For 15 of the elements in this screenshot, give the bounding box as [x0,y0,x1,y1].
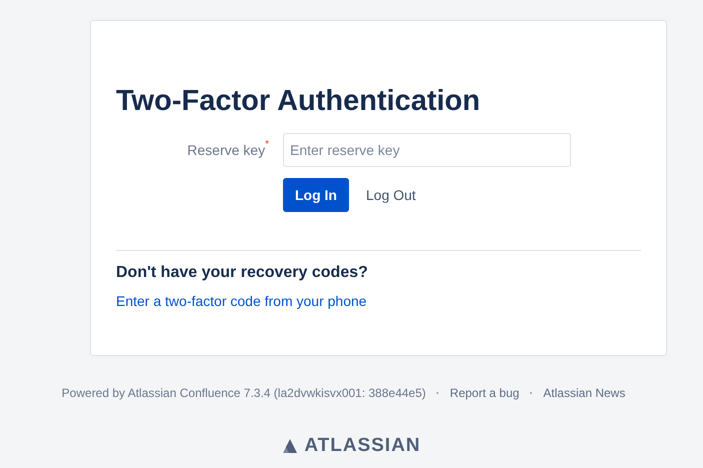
page-title: Two-Factor Authentication [116,84,480,119]
two-factor-code-link[interactable]: Enter a two-factor code from your phone [116,291,367,312]
atlassian-logo-icon [282,438,298,454]
field-label: Reserve key [187,142,266,160]
atlassian-logo-text: ATLASSIAN [304,434,421,458]
reserve-key-field[interactable]: Enter reserve key [283,133,571,167]
footer-link[interactable]: Atlassian News [543,384,626,402]
powered-by-text: Powered by Atlassian Confluence 7.3.4 (la2dvwkisvx001: 388e44e5) [62,385,426,402]
recovery-heading: Don't have your recovery codes? [116,263,368,283]
required-mark: * [265,140,269,150]
separator-dot: · [529,385,534,402]
login-button[interactable]: Log In [283,178,349,212]
separator-dot: · [436,385,440,402]
footer-link[interactable]: Report a bug [450,384,520,402]
logout-link[interactable]: Log Out [366,184,416,206]
